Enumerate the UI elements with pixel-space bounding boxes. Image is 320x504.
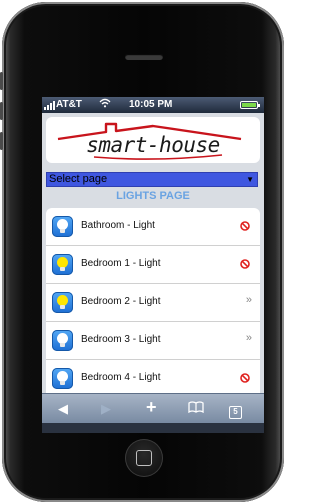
carrier-name: AT&T xyxy=(56,99,82,110)
volume-button xyxy=(0,132,3,150)
item-label: Bedroom 2 - Light xyxy=(81,296,161,307)
phone-device: AT&T 10:05 PM smart-house Select page ▼ … xyxy=(0,2,284,502)
volume-button xyxy=(0,72,3,90)
chevron-double-right-icon[interactable]: » xyxy=(246,294,252,306)
lights-list: Bathroom - Light Bedroom 1 - Light Bedro… xyxy=(46,208,260,393)
list-item[interactable]: Bedroom 2 - Light » xyxy=(46,284,260,322)
home-button[interactable] xyxy=(125,439,163,477)
forward-icon[interactable]: ▶ xyxy=(101,401,111,417)
no-entry-icon[interactable] xyxy=(240,373,250,383)
item-label: Bedroom 4 - Light xyxy=(81,372,161,383)
volume-button xyxy=(0,102,3,120)
list-item[interactable]: Bedroom 3 - Light » xyxy=(46,322,260,360)
light-bulb-icon xyxy=(52,330,73,351)
list-item[interactable]: Bedroom 1 - Light xyxy=(46,246,260,284)
no-entry-icon[interactable] xyxy=(240,221,250,231)
item-label: Bathroom - Light xyxy=(81,220,155,231)
page-select[interactable]: Select page ▼ xyxy=(46,172,258,187)
bookmarks-icon[interactable] xyxy=(188,401,204,417)
page-select-value: Select page xyxy=(49,173,108,185)
logo-text: smart-house xyxy=(86,133,220,157)
chevron-down-icon: ▼ xyxy=(246,175,254,184)
chevron-double-right-icon[interactable]: » xyxy=(246,332,252,344)
list-item[interactable]: Bathroom - Light xyxy=(46,208,260,246)
signal-strength-icon xyxy=(44,101,55,110)
status-time: 10:05 PM xyxy=(129,99,173,110)
add-icon[interactable]: + xyxy=(146,398,157,416)
wifi-icon xyxy=(99,97,111,113)
light-bulb-icon xyxy=(52,292,73,313)
speaker-grille xyxy=(125,54,163,60)
back-icon[interactable]: ◀ xyxy=(58,401,68,417)
item-label: Bedroom 1 - Light xyxy=(81,258,161,269)
home-square-icon xyxy=(136,450,152,466)
logo-header: smart-house xyxy=(46,117,260,163)
light-bulb-icon xyxy=(52,216,73,237)
browser-toolbar: ◀ ▶ + 5 xyxy=(42,393,264,424)
list-item[interactable]: Bedroom 4 - Light xyxy=(46,360,260,393)
tab-count: 5 xyxy=(229,406,242,419)
light-bulb-icon xyxy=(52,368,73,389)
light-bulb-icon xyxy=(52,254,73,275)
battery-icon xyxy=(240,101,260,109)
item-label: Bedroom 3 - Light xyxy=(81,334,161,345)
no-entry-icon[interactable] xyxy=(240,259,250,269)
status-bar: AT&T 10:05 PM xyxy=(42,97,264,113)
screen-bottom-edge xyxy=(42,423,264,433)
phone-screen: AT&T 10:05 PM smart-house Select page ▼ … xyxy=(42,97,264,433)
page-title: LIGHTS PAGE xyxy=(116,190,190,202)
tabs-icon[interactable]: 5 xyxy=(229,402,242,419)
app-content: smart-house Select page ▼ LIGHTS PAGE Ba… xyxy=(42,113,264,393)
